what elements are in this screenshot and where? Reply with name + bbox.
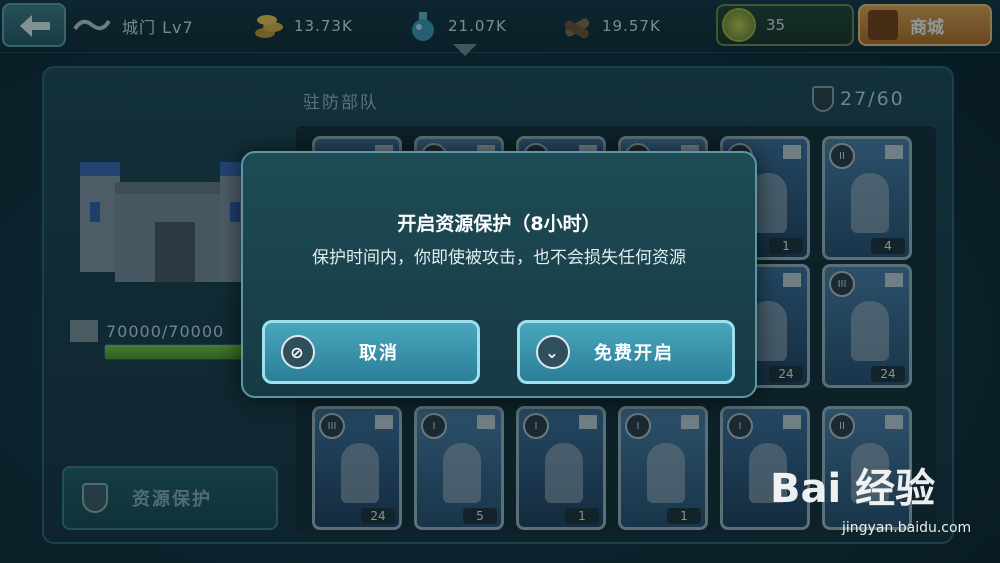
watermark-url: jingyan.baidu.com: [842, 520, 972, 536]
free-activate-button[interactable]: ⌄ 免费开启: [517, 320, 735, 384]
baidu-watermark: Bai 经验 jingyan.baidu.com: [770, 456, 990, 556]
cancel-label: 取消: [359, 343, 399, 364]
dialog-message: 保护时间内，你即使被攻击，也不会损失任何资源: [312, 248, 686, 268]
chevron-down-icon: ⌄: [536, 335, 570, 369]
dialog-title: 开启资源保护（8小时）: [397, 213, 601, 235]
free-activate-label: 免费开启: [594, 343, 674, 364]
cancel-button[interactable]: ⊘ 取消: [262, 320, 480, 384]
cancel-icon: ⊘: [281, 335, 315, 369]
watermark-brand: Bai 经验: [770, 466, 936, 512]
